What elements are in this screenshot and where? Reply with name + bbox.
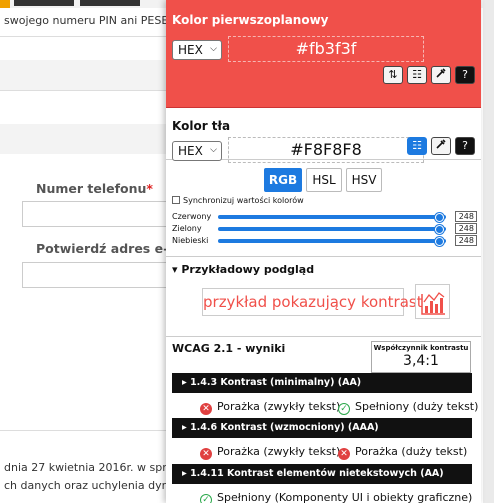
divider (0, 36, 175, 37)
slider-label: Niebieski (172, 236, 209, 245)
slider-green[interactable]: Zielony 248 (172, 223, 477, 235)
background-help-button[interactable]: ? (455, 137, 475, 155)
help-icon: ? (462, 139, 468, 152)
wcag-results-section: WCAG 2.1 - wyniki Współczynnik kontrastu… (166, 336, 481, 503)
divider (0, 90, 175, 91)
result-text: Spełniony (duży tekst) (355, 400, 479, 413)
chart-icon (421, 292, 445, 315)
background-sliders-button[interactable]: ☷ (407, 137, 427, 155)
slider-value-input[interactable]: 248 (455, 223, 477, 234)
slider-thumb[interactable] (434, 213, 444, 222)
slider-track[interactable] (218, 237, 446, 246)
email-confirm-input[interactable] (22, 262, 182, 288)
tab-hsl[interactable]: HSL (306, 168, 342, 192)
wcag-title: WCAG 2.1 - wyniki (172, 342, 286, 355)
form-band (0, 124, 175, 154)
tab-rgb[interactable]: RGB (264, 168, 302, 192)
contrast-ratio-box: Współczynnik kontrastu 3,4:1 (371, 341, 471, 373)
result-text: Porażka (duży tekst) (355, 445, 468, 458)
preview-section: ▾ Przykładowy podgląd przykład pokazując… (166, 256, 481, 336)
chevron-down-icon: ⌵ (210, 44, 217, 54)
slider-label: Zielony (172, 224, 202, 233)
slider-label: Czerwony (172, 212, 212, 221)
check-icon: ✓ (338, 403, 350, 415)
fail-icon: ✕ (200, 403, 212, 415)
foreground-format-select[interactable]: HEX ⌵ (172, 40, 222, 60)
sliders-icon: ☷ (412, 68, 422, 81)
slider-blue[interactable]: Niebieski 248 (172, 235, 477, 247)
background-format-select[interactable]: HEX ⌵ (172, 141, 222, 161)
background-eyedropper-button[interactable] (431, 137, 451, 155)
top-heading-fragment (80, 0, 140, 6)
result-text: Porażka (zwykły tekst) (217, 445, 341, 458)
color-sliders-section: RGB HSL HSV Synchronizuj wartości koloró… (166, 160, 481, 256)
foreground-hex-input[interactable]: #fb3f3f (228, 36, 424, 62)
foreground-help-button[interactable]: ? (455, 66, 475, 84)
result-item: ✕ Porażka (duży tekst) (338, 445, 467, 460)
footer-text: dnia 27 kwietnia 2016r. w sprawie (4, 461, 193, 474)
footer-text: ch danych oraz uchylenia dyrekt (4, 479, 184, 492)
foreground-sliders-button[interactable]: ☷ (407, 66, 427, 84)
result-item: ✓ Spełniony (duży tekst) (338, 400, 478, 415)
slider-thumb[interactable] (434, 237, 444, 246)
contrast-ratio-value: 3,4:1 (403, 353, 439, 369)
swap-colors-button[interactable]: ⇅ (383, 66, 403, 84)
sliders-icon: ☷ (412, 139, 422, 152)
format-value: HEX (178, 144, 203, 158)
foreground-title: Kolor pierwszoplanowy (172, 13, 329, 27)
phone-input[interactable] (22, 201, 182, 227)
slider-track[interactable] (218, 213, 446, 222)
page-scrollbar[interactable] (483, 0, 494, 503)
result-text: Spełniony (Komponenty UI i obiekty grafi… (217, 491, 473, 503)
sync-values-checkbox[interactable]: Synchronizuj wartości kolorów (172, 196, 304, 205)
check-icon: ✓ (200, 494, 212, 503)
fail-icon: ✕ (200, 448, 212, 460)
top-accent (0, 0, 10, 8)
tab-hsv[interactable]: HSV (346, 168, 382, 192)
slider-value-input[interactable]: 248 (455, 235, 477, 246)
criterion-1-4-3[interactable]: ▸ 1.4.3 Kontrast (minimalny) (AA) (172, 373, 472, 393)
preview-sample-text: przykład pokazujący kontrast (202, 288, 423, 316)
background-color-title: Kolor tła (172, 119, 231, 133)
top-heading-fragment (14, 0, 74, 6)
slider-track[interactable] (218, 225, 446, 234)
slider-value-input[interactable]: 248 (455, 211, 477, 222)
swap-icon: ⇅ (388, 68, 398, 81)
divider (0, 430, 175, 431)
chevron-down-icon: ⌵ (210, 145, 217, 155)
sync-label: Synchronizuj wartości kolorów (183, 196, 304, 205)
result-item: ✓ Spełniony (Komponenty UI i obiekty graf… (200, 491, 472, 503)
help-icon: ? (462, 68, 468, 81)
foreground-section: Kolor pierwszoplanowy HEX ⌵ #fb3f3f ⇅ ☷ ? (166, 0, 481, 108)
eyedropper-icon (436, 68, 446, 78)
contrast-ratio-label: Współczynnik kontrastu (373, 344, 469, 352)
preview-toggle[interactable]: ▾ Przykładowy podgląd (172, 263, 314, 276)
preview-chart-icon (415, 284, 450, 319)
contrast-checker-panel: Kolor pierwszoplanowy HEX ⌵ #fb3f3f ⇅ ☷ ?… (166, 0, 481, 503)
phone-label: Numer telefonu* (36, 181, 153, 196)
format-value: HEX (178, 43, 203, 57)
checkbox-box[interactable] (172, 196, 180, 204)
result-text: Porażka (zwykły tekst) (217, 400, 341, 413)
fail-icon: ✕ (338, 448, 350, 460)
slider-thumb[interactable] (434, 225, 444, 234)
pin-pesel-note: swojego numeru PIN ani PESEL (4, 14, 175, 27)
form-band (0, 60, 175, 90)
criterion-1-4-6[interactable]: ▸ 1.4.6 Kontrast (wzmocniony) (AAA) (172, 418, 472, 438)
result-item: ✕ Porażka (zwykły tekst) (200, 445, 340, 460)
eyedropper-icon (436, 139, 446, 149)
result-item: ✕ Porażka (zwykły tekst) (200, 400, 340, 415)
foreground-eyedropper-button[interactable] (431, 66, 451, 84)
slider-red[interactable]: Czerwony 248 (172, 211, 477, 223)
criterion-1-4-11[interactable]: ▸ 1.4.11 Kontrast elementów nietekstowyc… (172, 464, 472, 484)
